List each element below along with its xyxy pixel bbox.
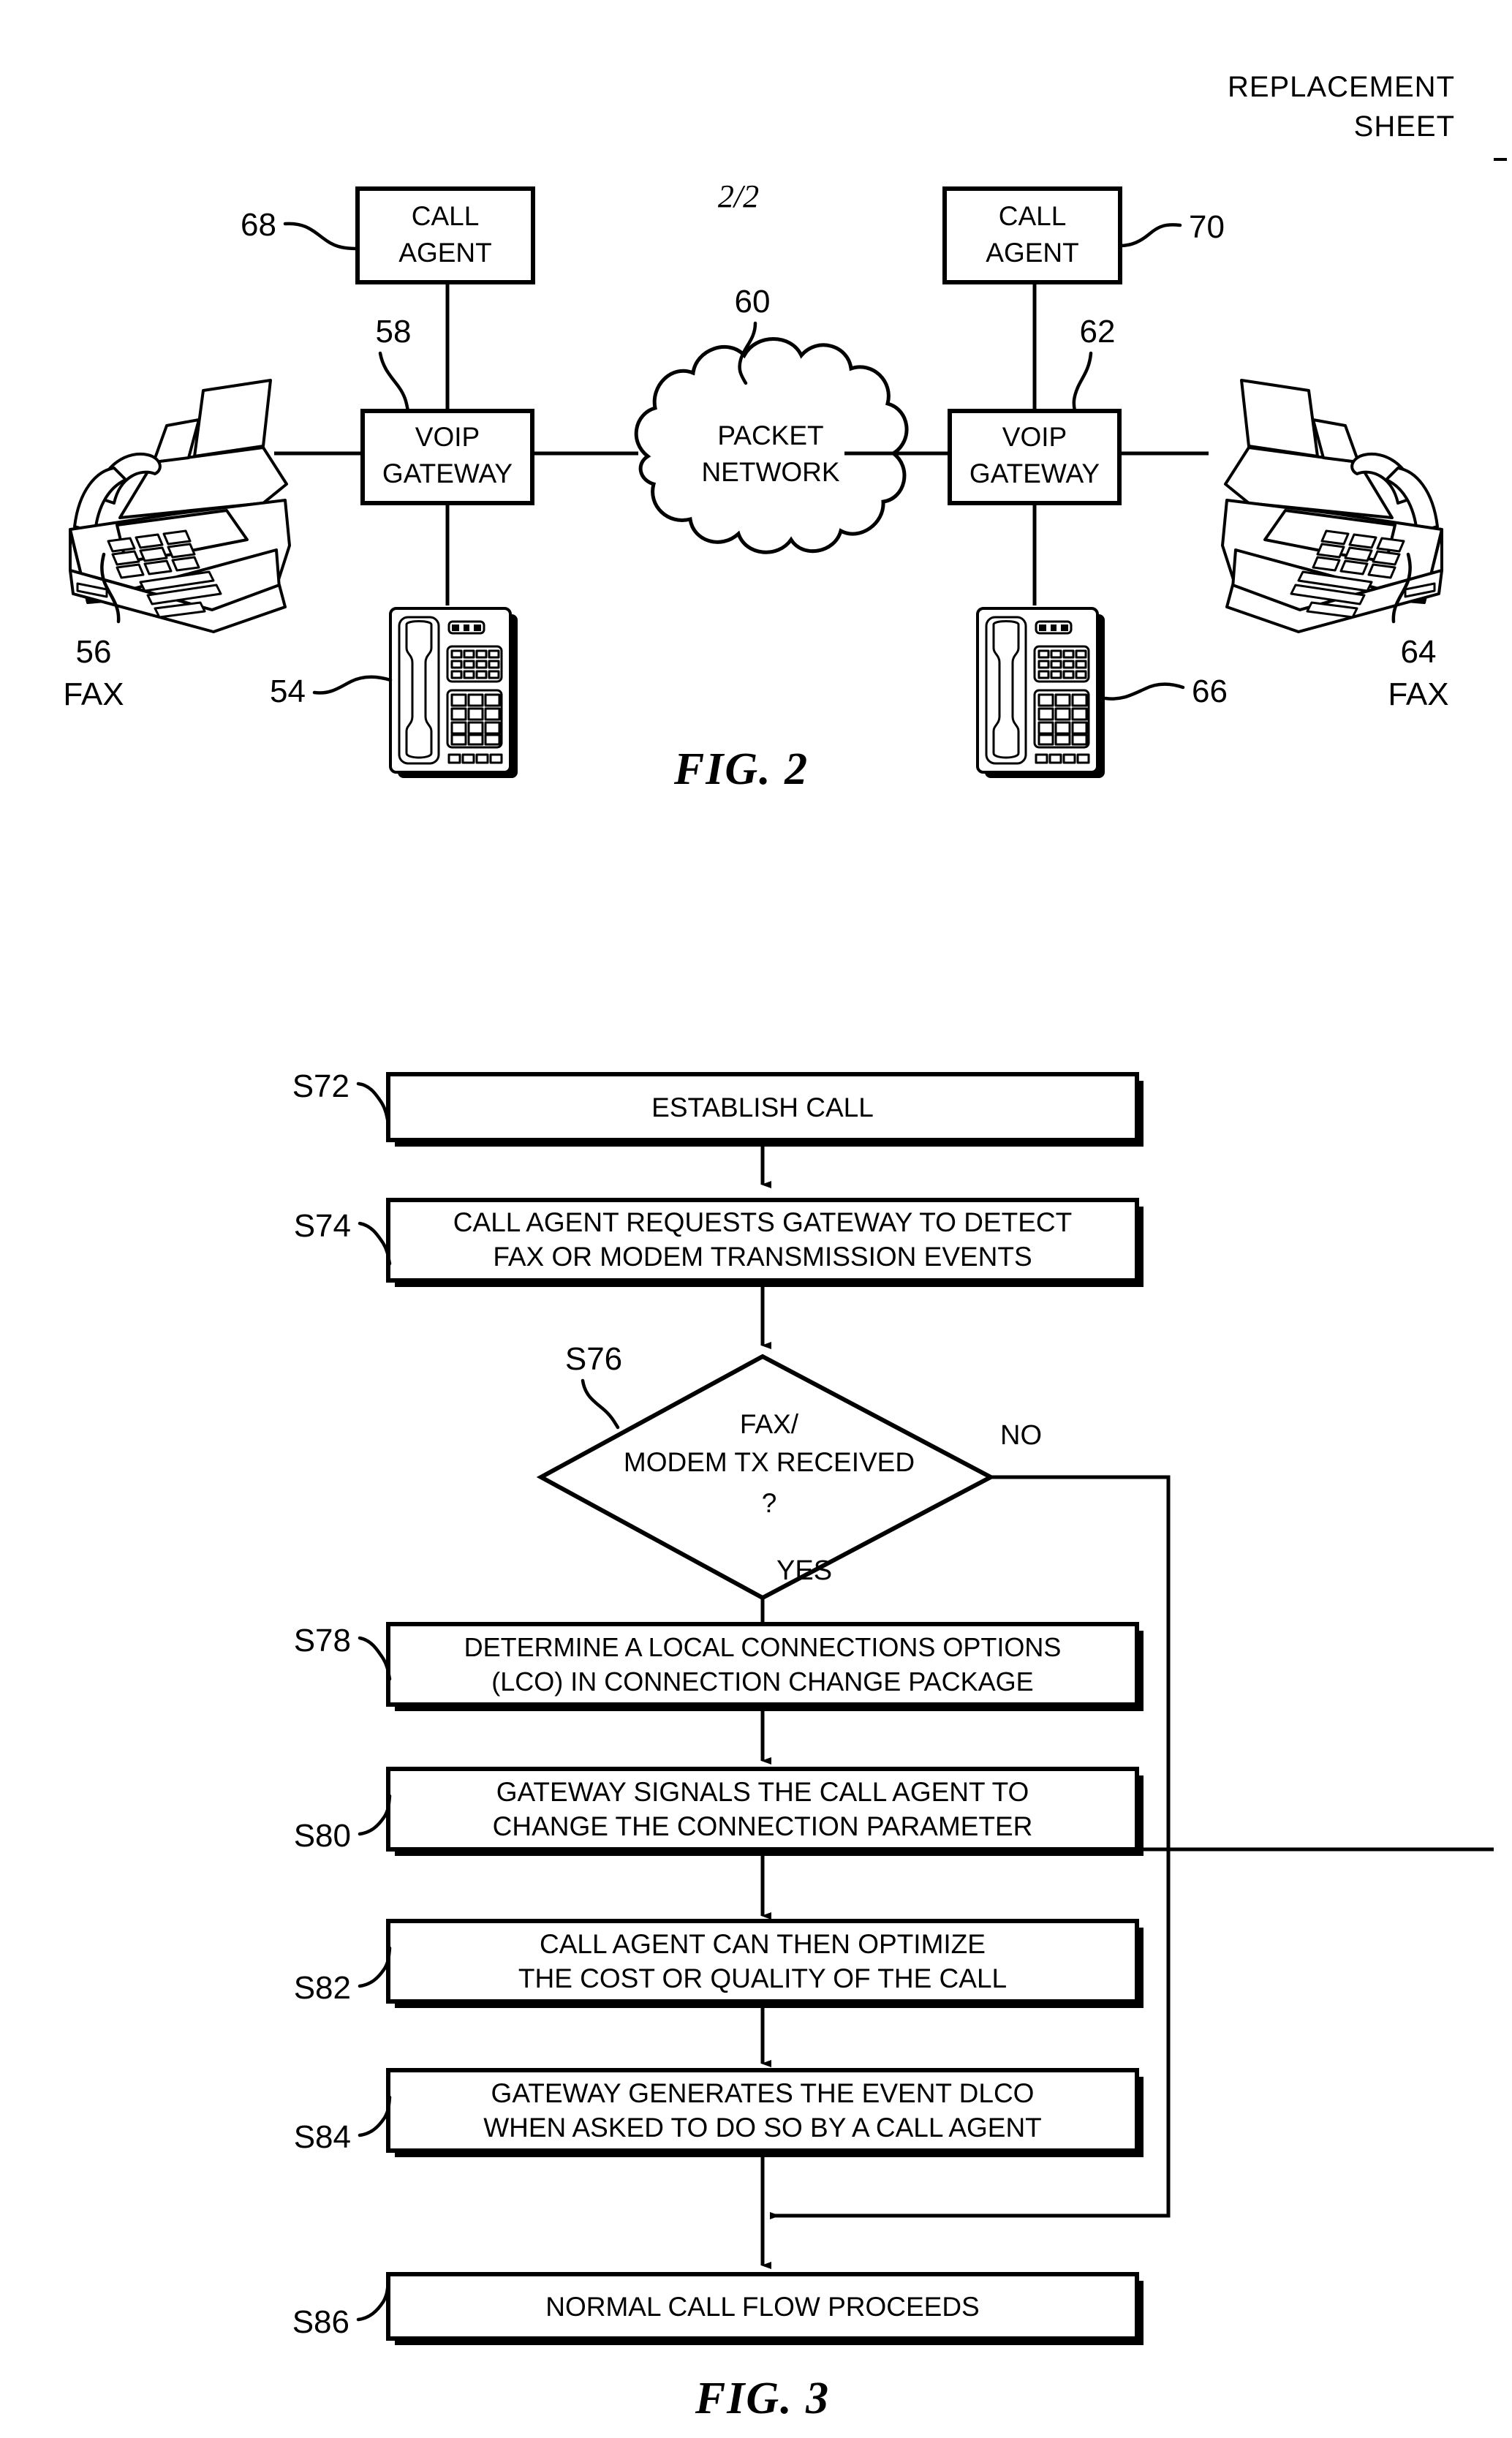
flow-step-s80: GATEWAY SIGNALS THE CALL AGENT TO CHANGE… [386,1767,1144,1856]
flow-step-s78: DETERMINE A LOCAL CONNECTIONS OPTIONS (L… [386,1622,1144,1711]
flow-step-s84-line1: GATEWAY GENERATES THE EVENT DLCO [491,2078,1035,2108]
call-agent-left-label-line2: AGENT [398,238,491,268]
call-agent-right-label-line2: AGENT [986,238,1078,268]
figure-3-caption: FIG. 3 [695,2374,830,2423]
ref-number-60: 60 [735,284,771,320]
sheet-header-line1: REPLACEMENT [1228,71,1455,103]
flow-step-s76-line3: ? [762,1488,777,1518]
voip-gateway-right-box: VOIP GATEWAY [948,409,1122,505]
flow-step-s74-line2: FAX OR MODEM TRANSMISSION EVENTS [493,1242,1032,1272]
flow-step-s82-line2: THE COST OR QUALITY OF THE CALL [518,1963,1007,1993]
flow-step-s74: CALL AGENT REQUESTS GATEWAY TO DETECT FA… [386,1198,1144,1287]
fax-right-label: FAX [1388,676,1448,712]
page-number: 2/2 [718,178,759,214]
voip-gateway-left-label-line1: VOIP [415,422,480,452]
figure-2-caption: FIG. 2 [673,744,809,794]
voip-gateway-right-label-line1: VOIP [1002,422,1067,452]
flow-step-s72: ESTABLISH CALL [386,1072,1144,1147]
flow-step-s78-id: S78 [294,1623,351,1658]
flow-step-s84: GATEWAY GENERATES THE EVENT DLCO WHEN AS… [386,2068,1144,2157]
flow-step-s78-line1: DETERMINE A LOCAL CONNECTIONS OPTIONS [464,1632,1062,1662]
ref-number-54: 54 [270,673,306,709]
flow-step-s72-id: S72 [292,1068,349,1104]
voip-gateway-right-label-line2: GATEWAY [969,458,1100,488]
flow-step-s82-id: S82 [294,1970,351,2006]
call-agent-right-label-line1: CALL [999,201,1067,231]
flow-step-s78-line2: (LCO) IN CONNECTION CHANGE PACKAGE [491,1667,1033,1697]
flow-step-s86-line1: NORMAL CALL FLOW PROCEEDS [545,2292,979,2322]
flow-step-s76-line1: FAX/ [740,1409,799,1439]
packet-network-label-line2: NETWORK [701,457,839,487]
flow-step-s82: CALL AGENT CAN THEN OPTIMIZE THE COST OR… [386,1919,1144,2008]
ref-number-66: 66 [1192,673,1228,709]
flow-step-s74-id: S74 [294,1208,351,1244]
flow-step-s84-id: S84 [294,2119,351,2155]
flow-step-s80-line2: CHANGE THE CONNECTION PARAMETER [493,1811,1033,1841]
ref-number-64: 64 [1401,634,1437,670]
ref-number-56: 56 [76,634,112,670]
flow-step-s86-id: S86 [292,2304,349,2340]
ref-number-58: 58 [376,314,412,350]
sheet-header-line2: SHEET [1354,110,1455,143]
ref-number-68: 68 [241,207,276,243]
packet-network-label-line1: PACKET [717,420,823,450]
flow-step-s72-line1: ESTABLISH CALL [651,1092,874,1122]
ref-number-62: 62 [1080,314,1116,350]
flow-branch-yes-label: YES [776,1555,832,1586]
call-agent-left-box: CALL AGENT [355,186,535,284]
ref-number-70: 70 [1189,209,1225,245]
flow-step-s76-id: S76 [565,1341,622,1377]
flow-branch-no-label: NO [1000,1420,1042,1451]
voip-gateway-left-label-line2: GATEWAY [382,458,513,488]
call-agent-right-box: CALL AGENT [942,186,1122,284]
flow-step-s80-line1: GATEWAY SIGNALS THE CALL AGENT TO [496,1777,1029,1807]
voip-gateway-left-box: VOIP GATEWAY [360,409,534,505]
call-agent-left-label-line1: CALL [412,201,480,231]
flow-step-s84-line2: WHEN ASKED TO DO SO BY A CALL AGENT [483,2113,1042,2143]
flow-step-s82-line1: CALL AGENT CAN THEN OPTIMIZE [540,1929,986,1959]
flow-step-s80-id: S80 [294,1818,351,1854]
flow-step-s74-line1: CALL AGENT REQUESTS GATEWAY TO DETECT [453,1207,1072,1237]
telephone-left-icon [389,607,518,778]
telephone-right-icon [976,607,1105,778]
fax-left-label: FAX [63,676,124,712]
flow-step-s76-line2: MODEM TX RECEIVED [624,1447,915,1477]
patent-drawing-sheet: REPLACEMENT SHEET 2/2 CALL AGENT 68 VOIP… [0,0,1512,2438]
flow-step-s86: NORMAL CALL FLOW PROCEEDS [386,2272,1144,2345]
